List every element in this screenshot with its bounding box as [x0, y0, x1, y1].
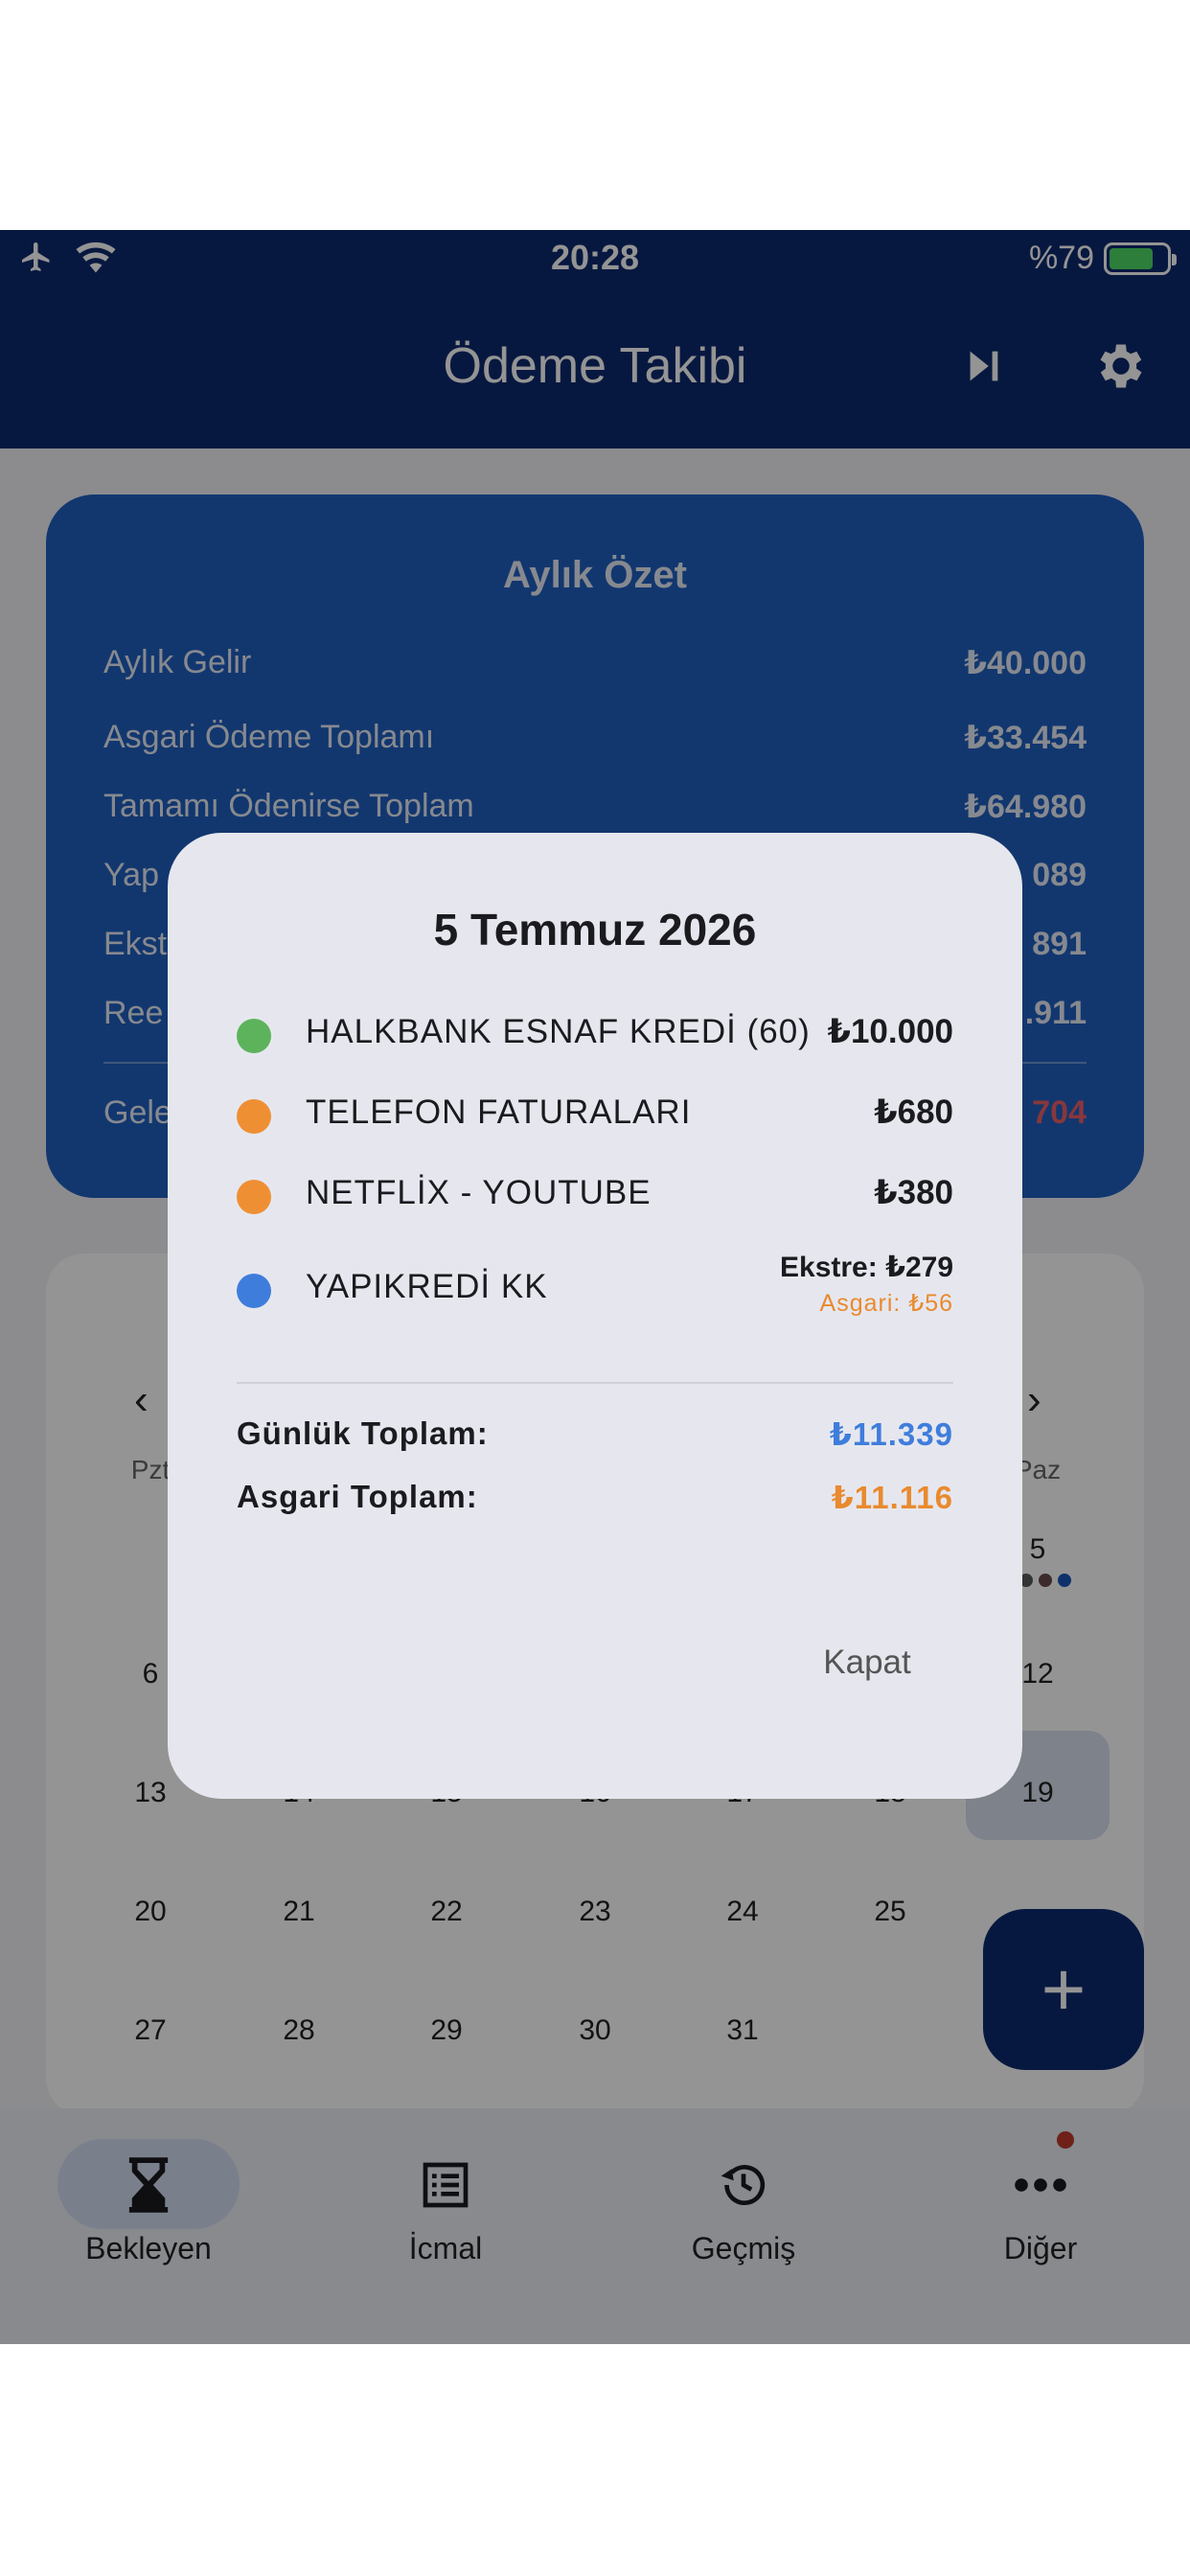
status-dot	[237, 1180, 271, 1214]
payment-entry[interactable]: TELEFON FATURALARI ₺680	[237, 1084, 953, 1145]
payment-name: NETFLİX - YOUTUBE	[306, 1174, 652, 1211]
payment-amount: ₺680	[874, 1093, 953, 1131]
minimum-total-row: Asgari Toplam: ₺11.116	[237, 1479, 953, 1516]
payment-name: HALKBANK ESNAF KREDİ (60)	[306, 1013, 811, 1050]
minimum-total-value: ₺11.116	[831, 1480, 953, 1515]
payment-entry[interactable]: HALKBANK ESNAF KREDİ (60) ₺10.000	[237, 1003, 953, 1065]
app-screen: 20:28 %79 Ödeme Takibi Aylık Özet Aylık …	[0, 230, 1190, 2344]
daily-total-row: Günlük Toplam: ₺11.339	[237, 1415, 953, 1453]
payment-amount: ₺380	[874, 1174, 953, 1211]
payment-name: YAPIKREDİ KK	[306, 1268, 548, 1305]
payment-entry[interactable]: YAPIKREDİ KK Ekstre: ₺279 Asgari: ₺56	[237, 1252, 953, 1320]
dialog-divider	[237, 1382, 953, 1384]
minimum-total-label: Asgari Toplam:	[237, 1479, 478, 1514]
close-button[interactable]: Kapat	[800, 1634, 934, 1691]
status-dot	[237, 1019, 271, 1053]
payment-name: TELEFON FATURALARI	[306, 1093, 692, 1131]
status-dot	[237, 1274, 271, 1308]
day-detail-dialog: 5 Temmuz 2026 HALKBANK ESNAF KREDİ (60) …	[168, 833, 1022, 1799]
minimum-amount: Asgari: ₺56	[819, 1290, 953, 1317]
payment-entry[interactable]: NETFLİX - YOUTUBE ₺380	[237, 1164, 953, 1226]
daily-total-label: Günlük Toplam:	[237, 1415, 489, 1451]
status-dot	[237, 1099, 271, 1134]
payment-amount: ₺10.000	[827, 1013, 953, 1050]
dialog-title: 5 Temmuz 2026	[433, 905, 757, 954]
statement-amount: Ekstre: ₺279	[780, 1252, 953, 1283]
daily-total-value: ₺11.339	[829, 1416, 953, 1452]
